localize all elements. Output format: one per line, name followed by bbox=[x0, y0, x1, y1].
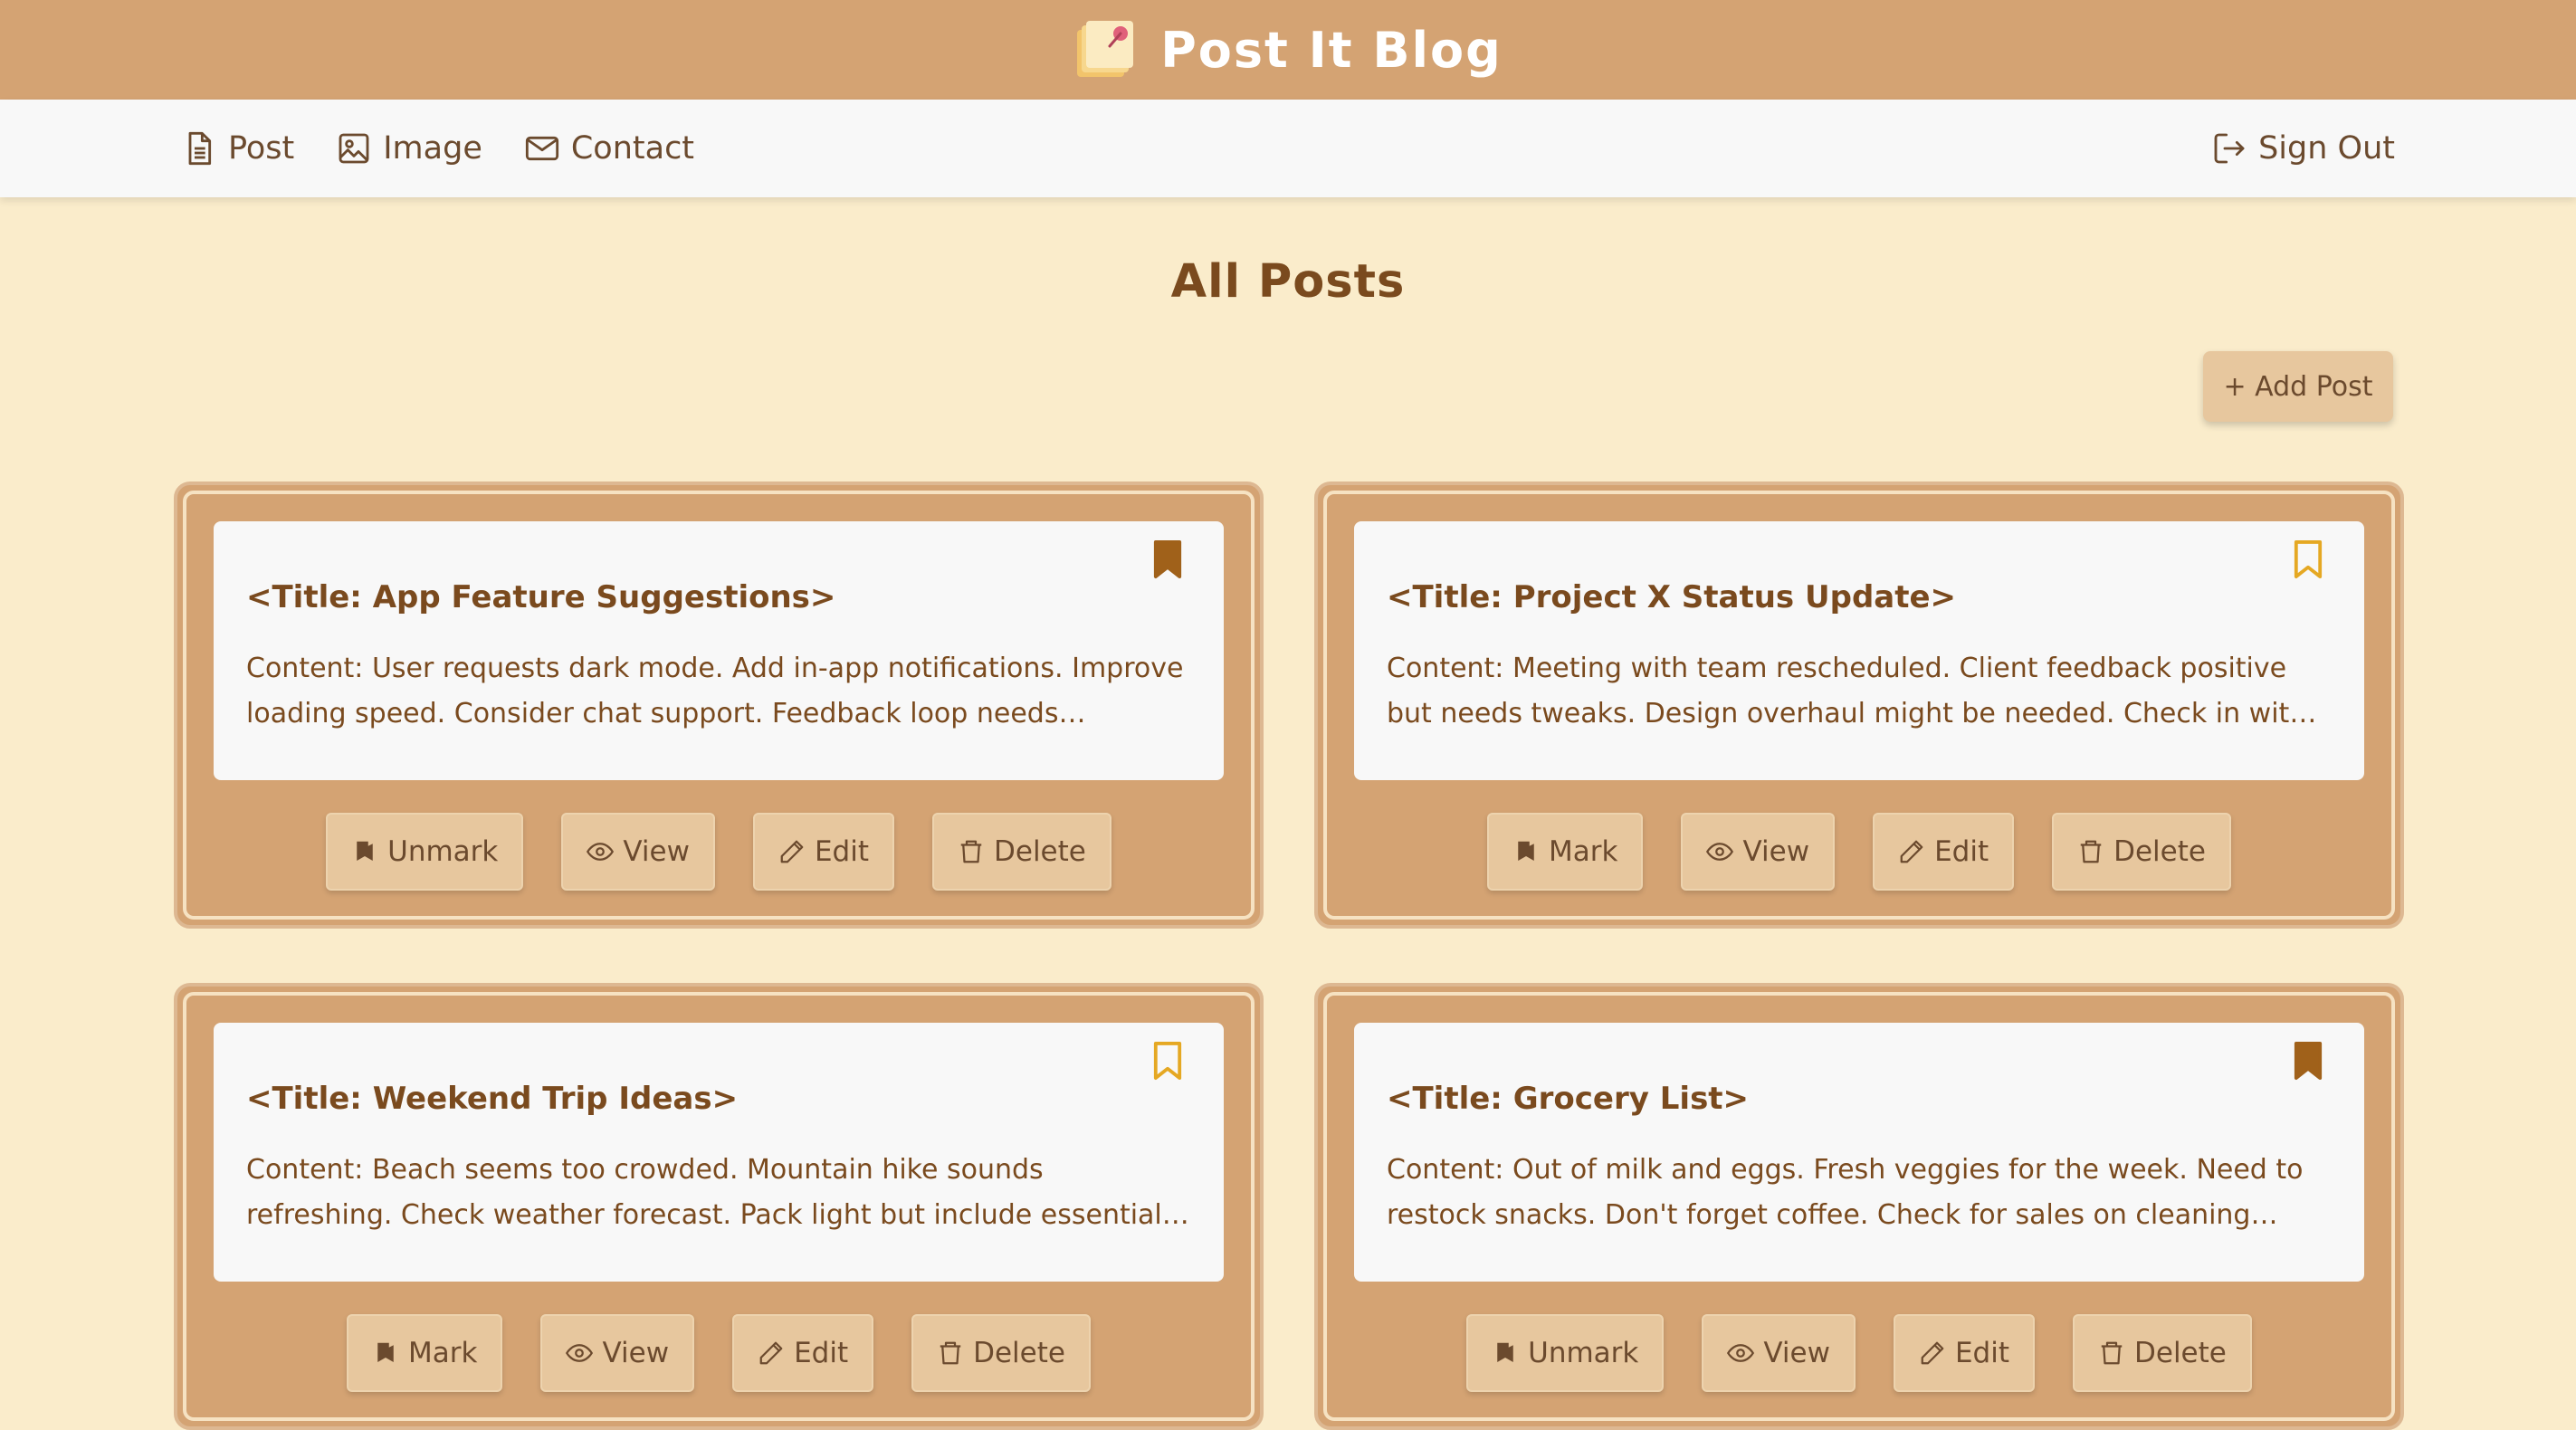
bookmark-flag-icon bbox=[377, 1342, 394, 1362]
mark-label: Unmark bbox=[387, 835, 499, 868]
view-label: View bbox=[1763, 1337, 1830, 1369]
delete-label: Delete bbox=[973, 1337, 1065, 1369]
edit-label: Edit bbox=[814, 835, 869, 868]
image-icon bbox=[339, 133, 369, 164]
mark-label: Mark bbox=[408, 1337, 478, 1369]
post-content: Content: Out of milk and eggs. Fresh veg… bbox=[1387, 1154, 2304, 1231]
eye-icon bbox=[566, 1344, 594, 1362]
post-card-2: <Title: Project X Status Update> Content… bbox=[1314, 481, 2404, 929]
nav-contact[interactable]: Contact bbox=[524, 130, 694, 167]
envelope-icon bbox=[525, 136, 558, 161]
sign-out-icon bbox=[2214, 133, 2245, 164]
post-title: <Title: Project X Status Update> bbox=[1387, 579, 1957, 615]
bookmark-outline-icon[interactable] bbox=[2292, 539, 2324, 579]
trash-icon bbox=[960, 840, 982, 863]
post-note: <Title: Weekend Trip Ideas> Content: Bea… bbox=[214, 1023, 1224, 1282]
mark-label: Unmark bbox=[1528, 1337, 1639, 1369]
nav-post[interactable]: Post bbox=[181, 130, 294, 167]
view-label: View bbox=[623, 835, 690, 868]
sign-out-button[interactable]: Sign Out bbox=[2211, 130, 2395, 167]
edit-label: Edit bbox=[794, 1337, 849, 1369]
edit-button[interactable]: Edit bbox=[1873, 813, 2015, 891]
view-button[interactable]: View bbox=[1681, 813, 1836, 891]
sign-out-label: Sign Out bbox=[2258, 130, 2395, 167]
post-note: <Title: Grocery List> Content: Out of mi… bbox=[1354, 1023, 2364, 1282]
edit-button[interactable]: Edit bbox=[752, 813, 894, 891]
bookmark-filled-icon[interactable] bbox=[1151, 539, 1184, 579]
delete-button[interactable]: Delete bbox=[2073, 1314, 2252, 1392]
nav-right: Sign Out bbox=[2211, 100, 2395, 197]
post-card-1: <Title: App Feature Suggestions> Content… bbox=[174, 481, 1264, 929]
edit-label: Edit bbox=[1934, 835, 1989, 868]
view-button[interactable]: View bbox=[561, 813, 715, 891]
page-title: All Posts bbox=[1170, 255, 1406, 309]
post-content: Content: Beach seems too crowded. Mounta… bbox=[246, 1154, 1185, 1231]
delete-label: Delete bbox=[2113, 835, 2206, 868]
unmark-button[interactable]: Unmark bbox=[1466, 1314, 1665, 1392]
edit-button[interactable]: Edit bbox=[1893, 1314, 2035, 1392]
post-actions: Mark View Edit Delete bbox=[1318, 813, 2400, 891]
eye-icon bbox=[587, 843, 615, 861]
eye-icon bbox=[1727, 1344, 1755, 1362]
view-button[interactable]: View bbox=[540, 1314, 695, 1392]
post-note: <Title: App Feature Suggestions> Content… bbox=[214, 521, 1224, 780]
post-content: Content: User requests dark mode. Add in… bbox=[246, 653, 1184, 729]
pencil-icon bbox=[1921, 1341, 1944, 1365]
delete-label: Delete bbox=[994, 835, 1086, 868]
bookmark-flag-icon bbox=[1497, 1342, 1513, 1362]
mark-button[interactable]: Mark bbox=[1487, 813, 1644, 891]
post-note: <Title: Project X Status Update> Content… bbox=[1354, 521, 2364, 780]
document-icon bbox=[188, 131, 212, 166]
post-title: <Title: Weekend Trip Ideas> bbox=[246, 1081, 739, 1117]
view-button[interactable]: View bbox=[1702, 1314, 1856, 1392]
nav-post-label: Post bbox=[228, 130, 295, 167]
trash-icon bbox=[2080, 840, 2102, 863]
edit-label: Edit bbox=[1954, 1337, 2009, 1369]
delete-button[interactable]: Delete bbox=[2052, 813, 2231, 891]
post-content: Content: Meeting with team rescheduled. … bbox=[1387, 653, 2307, 729]
brand-title[interactable]: Post It Blog bbox=[1160, 22, 1503, 79]
delete-button[interactable]: Delete bbox=[932, 813, 1111, 891]
trash-icon bbox=[940, 1341, 961, 1365]
post-card-3: <Title: Weekend Trip Ideas> Content: Bea… bbox=[174, 983, 1264, 1430]
bookmark-flag-icon bbox=[357, 841, 373, 861]
post-actions: Unmark View Edit Delete bbox=[1318, 1314, 2400, 1392]
eye-icon bbox=[1706, 843, 1734, 861]
post-actions: Unmark View Edit Delete bbox=[177, 813, 1260, 891]
view-label: View bbox=[602, 1337, 670, 1369]
post-card-4: <Title: Grocery List> Content: Out of mi… bbox=[1314, 983, 2404, 1430]
nav-bar: Post Image Contact Sign Out bbox=[0, 100, 2576, 197]
delete-button[interactable]: Delete bbox=[911, 1314, 1091, 1392]
unmark-button[interactable]: Unmark bbox=[326, 813, 524, 891]
add-post-button[interactable]: + Add Post bbox=[2203, 351, 2393, 422]
edit-button[interactable]: Edit bbox=[732, 1314, 874, 1392]
pencil-icon bbox=[759, 1341, 783, 1365]
nav-image[interactable]: Image bbox=[336, 130, 482, 167]
post-title: <Title: Grocery List> bbox=[1387, 1081, 1750, 1117]
app-header: Post It Blog bbox=[0, 0, 2576, 100]
bookmark-filled-icon[interactable] bbox=[2292, 1041, 2324, 1081]
mark-label: Mark bbox=[1549, 835, 1618, 868]
bookmark-outline-icon[interactable] bbox=[1151, 1041, 1184, 1081]
trash-icon bbox=[2101, 1341, 2123, 1365]
mark-button[interactable]: Mark bbox=[347, 1314, 503, 1392]
view-label: View bbox=[1742, 835, 1810, 868]
nav-contact-label: Contact bbox=[570, 130, 695, 167]
post-it-logo-icon bbox=[1077, 21, 1134, 77]
pencil-icon bbox=[780, 840, 804, 863]
pencil-icon bbox=[1900, 840, 1923, 863]
post-actions: Mark View Edit Delete bbox=[177, 1314, 1260, 1392]
delete-label: Delete bbox=[2134, 1337, 2227, 1369]
nav-image-label: Image bbox=[383, 130, 482, 167]
nav-links: Post Image Contact bbox=[181, 100, 694, 197]
post-title: <Title: App Feature Suggestions> bbox=[246, 579, 836, 615]
bookmark-flag-icon bbox=[1518, 841, 1534, 861]
